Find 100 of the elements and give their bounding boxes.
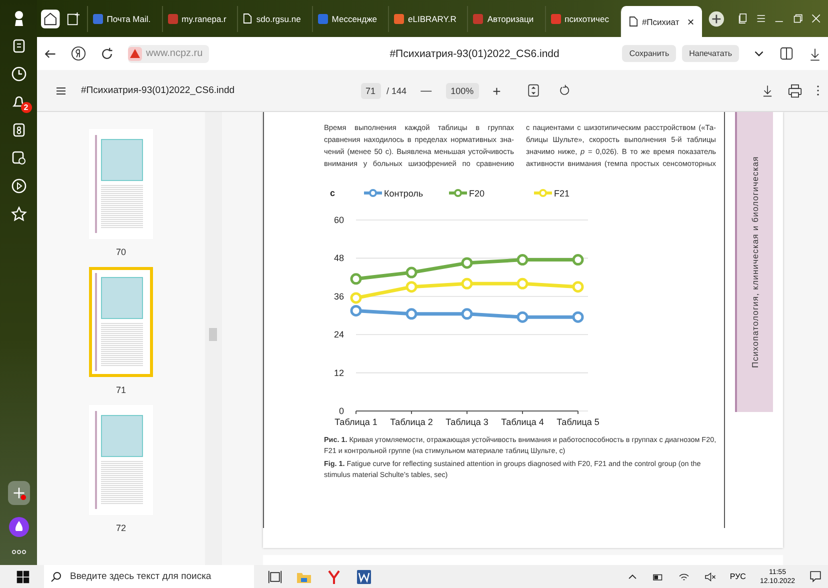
scrollbar[interactable] xyxy=(205,112,222,565)
data-point xyxy=(461,257,473,269)
restore-icon[interactable] xyxy=(792,12,804,25)
x-tick-label: Таблица 5 xyxy=(556,417,600,427)
page-thumbnail[interactable] xyxy=(89,405,153,515)
data-point xyxy=(516,254,528,266)
browser-tab[interactable]: sdo.rgsu.ne xyxy=(237,6,306,32)
y-tick-label: 24 xyxy=(334,330,344,340)
browser-tab[interactable]: #Психиат × xyxy=(620,6,702,37)
close-icon[interactable] xyxy=(810,12,822,25)
data-point xyxy=(350,273,362,285)
star-icon[interactable] xyxy=(10,206,26,222)
menu-icon[interactable] xyxy=(755,12,768,25)
y-tick-label: 12 xyxy=(334,368,344,378)
history-icon[interactable] xyxy=(10,66,26,82)
address-bar-button[interactable]: Сохранить xyxy=(622,45,676,62)
browser-tab[interactable]: Почта Mail. xyxy=(86,6,156,32)
add-button[interactable] xyxy=(8,481,30,505)
tabs-icon[interactable] xyxy=(737,12,750,25)
data-point xyxy=(516,311,528,323)
page-thumbnail[interactable] xyxy=(89,129,153,239)
legend-item: F21 xyxy=(534,188,570,198)
x-tick-label: Таблица 4 xyxy=(501,417,544,427)
data-point xyxy=(350,304,362,316)
bookmark-icon[interactable] xyxy=(10,122,26,138)
site-icon xyxy=(473,14,484,24)
page-total: / 144 xyxy=(386,86,407,96)
page-icon xyxy=(243,13,252,24)
site-icon xyxy=(318,14,328,24)
zoom-out-button[interactable]: — xyxy=(420,84,432,96)
browser-icon[interactable] xyxy=(326,568,342,584)
notification-badge: 2 xyxy=(20,102,32,113)
legend-item: Контроль xyxy=(364,188,424,198)
legend-item: F20 xyxy=(449,188,485,198)
zoom-level-field[interactable]: 100% xyxy=(446,82,479,98)
play-icon[interactable] xyxy=(10,178,26,194)
data-point xyxy=(572,311,584,323)
home-icon[interactable] xyxy=(41,8,60,28)
page-title: #Психиатрия-93(01)2022_CS6.indd xyxy=(388,48,560,60)
more-icon[interactable] xyxy=(816,84,820,97)
yandex-icon[interactable] xyxy=(71,46,86,61)
browser-tab[interactable]: психотичес xyxy=(544,6,614,32)
data-point xyxy=(406,308,418,320)
browser-tab[interactable]: my.ranepa.r xyxy=(162,6,232,32)
y-tick-label: 48 xyxy=(334,253,344,264)
screenshot-icon[interactable] xyxy=(10,150,26,166)
browser-tab[interactable]: Авторизаци xyxy=(467,6,539,32)
print-icon[interactable] xyxy=(788,84,802,98)
fit-page-icon[interactable] xyxy=(526,84,540,97)
axis-unit: с xyxy=(330,188,336,198)
legend-label: Контроль xyxy=(384,188,424,198)
zoom-in-button[interactable]: + xyxy=(492,82,501,98)
download-icon[interactable] xyxy=(808,46,822,60)
menu-icon[interactable] xyxy=(55,84,67,96)
page-number: 70 xyxy=(116,247,126,257)
page-icon xyxy=(628,16,638,27)
speaker-icon[interactable] xyxy=(704,570,716,582)
site-icon xyxy=(92,14,103,24)
word-icon[interactable] xyxy=(356,568,372,584)
rotate-icon[interactable] xyxy=(558,84,571,97)
collections-icon[interactable] xyxy=(10,38,26,54)
warning-icon xyxy=(128,46,142,60)
address-bar-button[interactable]: Напечатать xyxy=(682,45,739,62)
site-icon xyxy=(168,14,178,24)
language-indicator[interactable]: РУС xyxy=(730,572,746,581)
x-tick-label: Таблица 2 xyxy=(390,417,433,427)
browser-tab[interactable]: Мессендже xyxy=(312,6,382,32)
plus-icon xyxy=(12,486,26,500)
data-point xyxy=(572,281,584,293)
browser-tab[interactable]: eLIBRARY.R xyxy=(388,6,462,32)
y-tick-label: 60 xyxy=(334,215,344,225)
data-point xyxy=(350,292,362,304)
data-point xyxy=(572,254,584,266)
page-thumbnail[interactable] xyxy=(89,267,153,377)
data-point xyxy=(461,308,473,320)
reload-icon[interactable] xyxy=(100,46,114,60)
page-number: 71 xyxy=(116,385,126,395)
notifications-icon[interactable] xyxy=(809,570,822,583)
page-number: 72 xyxy=(116,523,126,533)
new-tab-icon[interactable] xyxy=(708,10,726,28)
task-view-icon[interactable] xyxy=(268,570,282,584)
extensions-icon[interactable] xyxy=(779,46,794,61)
assistant-icon[interactable] xyxy=(8,517,28,537)
close-tab-button[interactable]: × xyxy=(687,14,694,28)
page-number-field[interactable]: 71 xyxy=(360,82,381,98)
data-point xyxy=(406,281,418,293)
search-icon xyxy=(50,570,62,582)
site-icon xyxy=(394,14,404,24)
x-tick-label: Таблица 3 xyxy=(446,417,488,427)
data-point xyxy=(461,278,473,290)
taskbar-search-field[interactable]: Введите здесь текст для поиска xyxy=(44,565,254,588)
legend-label: F20 xyxy=(469,188,485,198)
more-icon[interactable] xyxy=(10,549,26,555)
download-icon[interactable] xyxy=(761,84,774,97)
y-tick-label: 36 xyxy=(334,291,344,302)
windows-icon[interactable] xyxy=(16,570,30,584)
document-title: #Психиатрия-93(01)2022_CS6.indd xyxy=(81,85,235,96)
new-window-icon[interactable] xyxy=(66,10,81,26)
section-heading: Психопатология, клиническая и биологическая xyxy=(750,156,760,368)
data-point xyxy=(516,278,528,290)
